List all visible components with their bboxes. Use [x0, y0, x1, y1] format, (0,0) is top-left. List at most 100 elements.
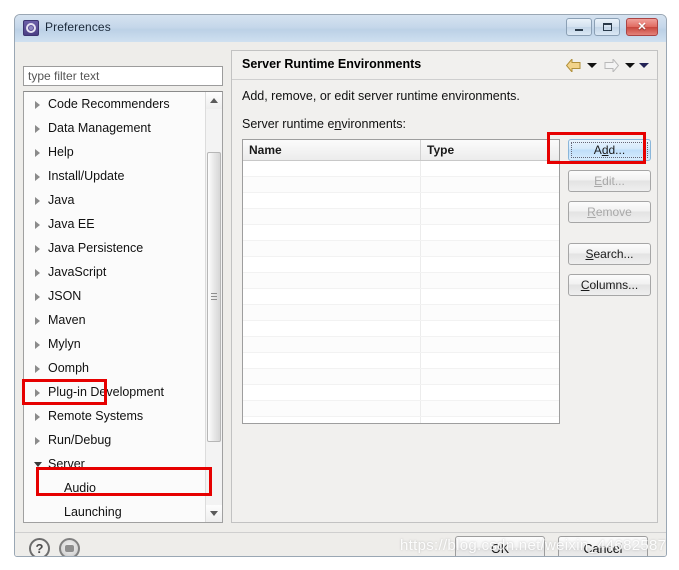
- table-cell: [421, 321, 559, 336]
- help-icon[interactable]: ?: [29, 538, 50, 556]
- view-menu-icon[interactable]: [639, 63, 649, 68]
- expand-arrow-right-icon[interactable]: [35, 437, 40, 445]
- footer-divider: [15, 532, 666, 533]
- sidebar-item-oomph[interactable]: Oomph: [24, 356, 206, 380]
- table-header-row: Name Type: [243, 140, 559, 161]
- sidebar-item-java-persistence[interactable]: Java Persistence: [24, 236, 206, 260]
- table-row[interactable]: [243, 241, 559, 257]
- table-cell: [421, 177, 559, 192]
- sidebar-item-install-update[interactable]: Install/Update: [24, 164, 206, 188]
- expand-arrow-right-icon[interactable]: [35, 149, 40, 157]
- sidebar-item-javascript[interactable]: JavaScript: [24, 260, 206, 284]
- table-row[interactable]: [243, 385, 559, 401]
- table-row[interactable]: [243, 209, 559, 225]
- sidebar-item-code-recommenders[interactable]: Code Recommenders: [24, 92, 206, 116]
- sidebar-item-java[interactable]: Java: [24, 188, 206, 212]
- table-row[interactable]: [243, 337, 559, 353]
- button-label-accelerator: E: [594, 174, 603, 188]
- table-cell: [243, 305, 421, 320]
- expand-arrow-right-icon[interactable]: [35, 173, 40, 181]
- sidebar-item-label: JavaScript: [48, 265, 107, 279]
- tree-scrollbar[interactable]: [205, 92, 222, 522]
- content-header: Server Runtime Environments: [232, 51, 657, 80]
- table-cell: [421, 209, 559, 224]
- table-cell: [243, 241, 421, 256]
- expand-arrow-right-icon[interactable]: [35, 413, 40, 421]
- maximize-button[interactable]: [594, 18, 620, 36]
- apply-and-close-icon[interactable]: [59, 538, 80, 556]
- table-row[interactable]: [243, 273, 559, 289]
- sidebar-item-label: Data Management: [48, 121, 151, 135]
- search-button[interactable]: Search...: [568, 243, 651, 265]
- remove-button: Remove: [568, 201, 651, 223]
- sidebar-item-mylyn[interactable]: Mylyn: [24, 332, 206, 356]
- table-row[interactable]: [243, 257, 559, 273]
- table-cell: [243, 369, 421, 384]
- table-row[interactable]: [243, 321, 559, 337]
- columns-button[interactable]: Columns...: [568, 274, 651, 296]
- sidebar-item-label: Mylyn: [48, 337, 81, 351]
- sidebar-item-launching[interactable]: Launching: [24, 500, 206, 522]
- table-row[interactable]: [243, 225, 559, 241]
- expand-arrow-right-icon[interactable]: [35, 221, 40, 229]
- table-row[interactable]: [243, 401, 559, 417]
- button-label-post: dit...: [602, 174, 625, 188]
- back-dropdown-icon[interactable]: [587, 63, 597, 68]
- table-cell: [243, 193, 421, 208]
- minimize-icon: [567, 19, 591, 35]
- sidebar-item-plug-in-development[interactable]: Plug-in Development: [24, 380, 206, 404]
- add-button[interactable]: Add...: [568, 139, 651, 161]
- maximize-icon: [595, 19, 619, 35]
- back-arrow-icon[interactable]: [566, 59, 581, 72]
- sidebar-item-label: Run/Debug: [48, 433, 112, 447]
- minimize-button[interactable]: [566, 18, 592, 36]
- table-cell: [243, 289, 421, 304]
- close-button[interactable]: ✕: [626, 18, 658, 36]
- expand-arrow-down-icon[interactable]: [34, 462, 42, 467]
- preferences-tree[interactable]: Code Recommenders Data Management Help Inst…: [24, 92, 206, 522]
- expand-arrow-right-icon[interactable]: [35, 197, 40, 205]
- table-row[interactable]: [243, 305, 559, 321]
- sidebar-item-run-debug[interactable]: Run/Debug: [24, 428, 206, 452]
- sidebar-item-audio[interactable]: Audio: [24, 476, 206, 500]
- table-row[interactable]: [243, 369, 559, 385]
- table-cell: [421, 161, 559, 176]
- table-row[interactable]: [243, 177, 559, 193]
- expand-arrow-right-icon[interactable]: [35, 293, 40, 301]
- sidebar-item-label: Launching: [64, 505, 122, 519]
- expand-arrow-right-icon[interactable]: [35, 125, 40, 133]
- sidebar-item-label: Install/Update: [48, 169, 125, 183]
- table-body[interactable]: [243, 161, 559, 423]
- table-column-header-type[interactable]: Type: [421, 140, 559, 160]
- expand-arrow-right-icon[interactable]: [35, 269, 40, 277]
- table-column-header-name[interactable]: Name: [243, 140, 421, 160]
- table-row[interactable]: [243, 161, 559, 177]
- filter-input[interactable]: [23, 66, 223, 86]
- sidebar-item-help[interactable]: Help: [24, 140, 206, 164]
- table-row[interactable]: [243, 193, 559, 209]
- expand-arrow-right-icon[interactable]: [35, 365, 40, 373]
- table-cell: [243, 337, 421, 352]
- table-row[interactable]: [243, 417, 559, 423]
- sidebar-item-data-management[interactable]: Data Management: [24, 116, 206, 140]
- expand-arrow-right-icon[interactable]: [35, 389, 40, 397]
- sidebar-item-label: Audio: [64, 481, 96, 495]
- table-cell: [421, 305, 559, 320]
- sidebar-item-remote-systems[interactable]: Remote Systems: [24, 404, 206, 428]
- runtime-environments-table[interactable]: Name Type: [242, 139, 560, 424]
- expand-arrow-right-icon[interactable]: [35, 341, 40, 349]
- table-cell: [421, 385, 559, 400]
- button-label-post: olumns...: [589, 278, 639, 292]
- scrollbar-thumb[interactable]: [207, 152, 221, 442]
- sidebar-item-server[interactable]: Server: [24, 452, 206, 476]
- table-row[interactable]: [243, 289, 559, 305]
- scroll-up-arrow-icon[interactable]: [206, 92, 222, 109]
- sidebar-item-json[interactable]: JSON: [24, 284, 206, 308]
- expand-arrow-right-icon[interactable]: [35, 245, 40, 253]
- expand-arrow-right-icon[interactable]: [35, 317, 40, 325]
- expand-arrow-right-icon[interactable]: [35, 101, 40, 109]
- sidebar-item-maven[interactable]: Maven: [24, 308, 206, 332]
- scroll-down-arrow-icon[interactable]: [206, 505, 222, 522]
- sidebar-item-java-ee[interactable]: Java EE: [24, 212, 206, 236]
- table-row[interactable]: [243, 353, 559, 369]
